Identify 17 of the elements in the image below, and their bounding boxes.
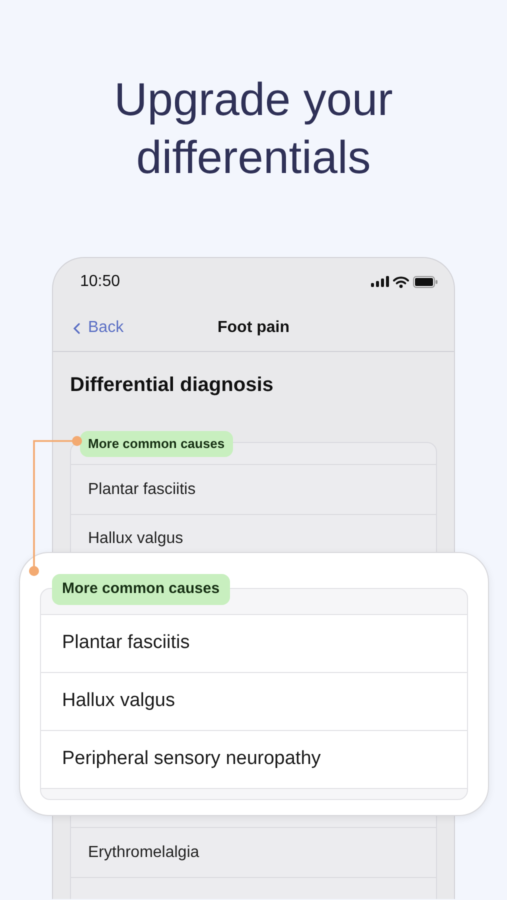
section-heading: Differential diagnosis: [70, 373, 274, 398]
signal-icon: [371, 276, 389, 287]
battery-icon: [413, 276, 438, 288]
list-item[interactable]: Erythromelalgia: [71, 828, 436, 878]
category-tag: More common causes: [52, 574, 230, 604]
back-button[interactable]: Back: [73, 316, 124, 340]
chevron-left-icon: [73, 322, 80, 334]
list-item[interactable]: Plantar fasciitis: [71, 465, 436, 515]
category-tag: More common causes: [80, 431, 233, 456]
status-time: 10:50: [80, 272, 120, 292]
list-item[interactable]: Hallux valgus: [71, 515, 436, 552]
list-item[interactable]: Hallux valgus: [41, 673, 467, 731]
list-item[interactable]: Peripheral sensory neuropathy: [41, 731, 467, 789]
list-item[interactable]: Plantar fasciitis: [41, 615, 467, 673]
headline: Upgrade your differentials: [113, 72, 394, 185]
screen-title: Foot pain: [218, 319, 290, 336]
wifi-icon: [393, 276, 409, 288]
